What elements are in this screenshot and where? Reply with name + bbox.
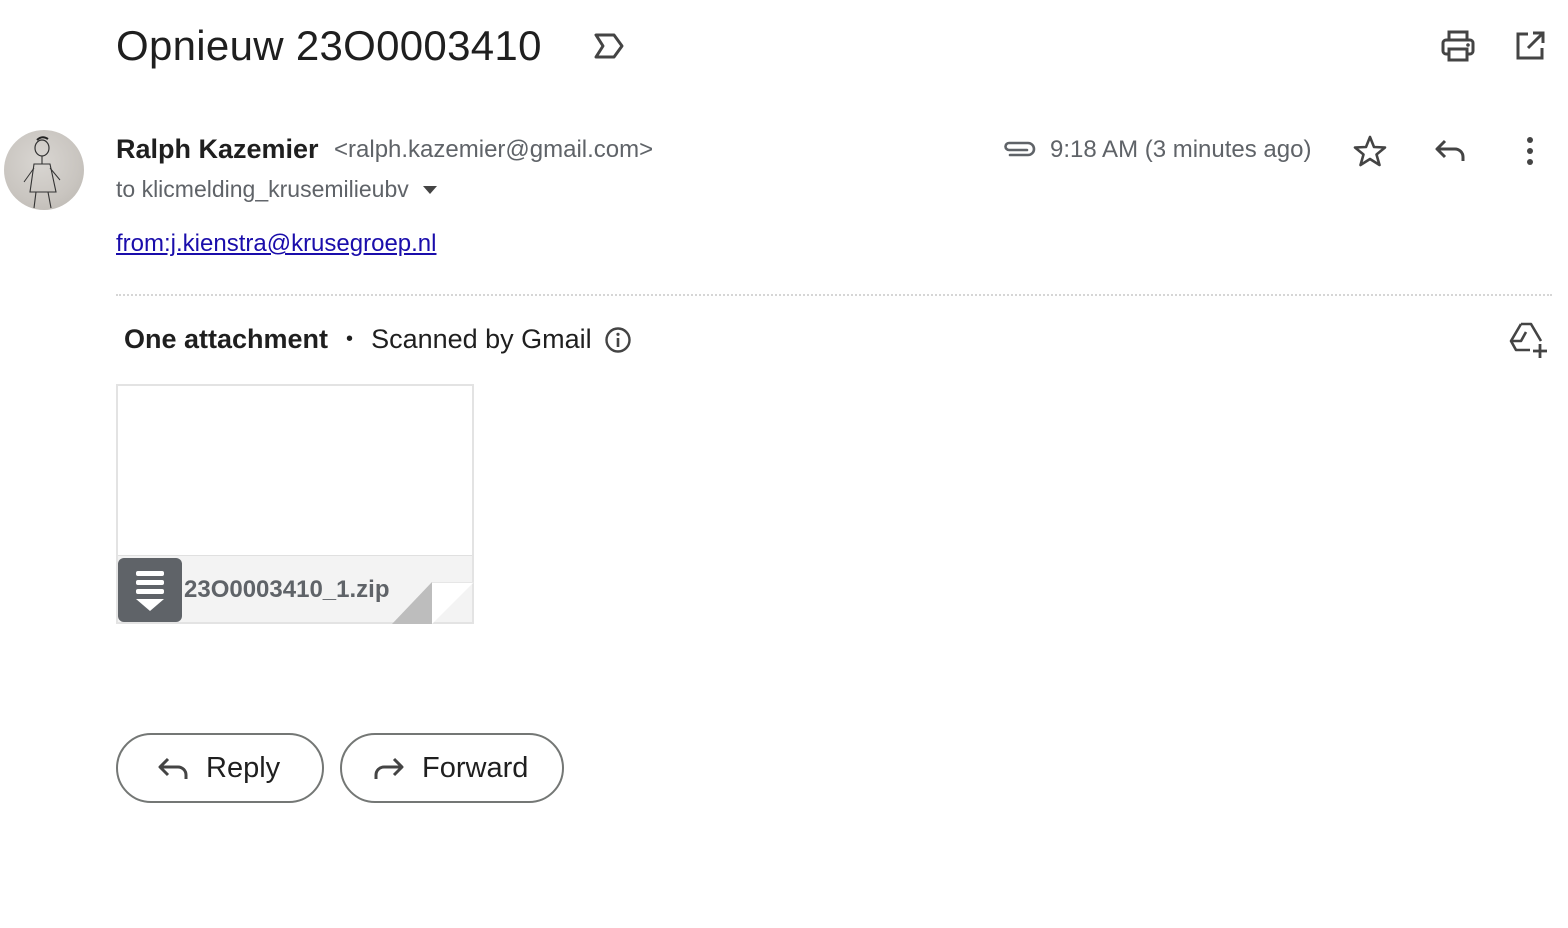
page-fold-corner	[392, 582, 474, 624]
more-vert-icon[interactable]	[1510, 131, 1550, 171]
open-in-new-icon[interactable]	[1510, 26, 1550, 66]
scanned-label: Scanned by Gmail	[371, 324, 592, 354]
forward-label: Forward	[422, 751, 529, 784]
body-link[interactable]: from:j.kienstra@krusegroep.nl	[116, 230, 436, 258]
forward-icon	[374, 757, 404, 779]
reply-icon	[158, 757, 188, 779]
sender-name[interactable]: Ralph Kazemier	[116, 134, 319, 165]
add-to-drive-icon[interactable]	[1508, 320, 1550, 360]
label-outline-icon[interactable]	[592, 30, 626, 62]
divider	[116, 294, 1552, 296]
forward-button[interactable]: Forward	[340, 733, 564, 803]
separator-dot: •	[346, 328, 354, 350]
attachment-file-name: 23O0003410_1.zip	[184, 576, 390, 603]
paperclip-icon	[1000, 136, 1038, 162]
timestamp: 9:18 AM (3 minutes ago)	[1050, 136, 1312, 163]
attachments-header: One attachment • Scanned by Gmail	[124, 324, 632, 355]
avatar[interactable]	[4, 130, 84, 210]
email-subject: Opnieuw 23O0003410	[116, 22, 542, 69]
info-icon[interactable]	[604, 326, 632, 354]
recipients-text: to klicmelding_krusemilieubv	[116, 176, 409, 202]
reply-icon[interactable]	[1430, 131, 1470, 171]
sender-email: <ralph.kazemier@gmail.com>	[334, 136, 654, 163]
print-icon[interactable]	[1438, 26, 1478, 66]
zip-file-icon	[118, 558, 182, 622]
reply-button[interactable]: Reply	[116, 733, 324, 803]
reply-label: Reply	[206, 751, 281, 784]
star-icon[interactable]	[1350, 131, 1390, 171]
recipients-line[interactable]: to klicmelding_krusemilieubv	[116, 176, 437, 203]
chevron-down-icon[interactable]	[422, 185, 437, 194]
attachment-count: One attachment	[124, 324, 329, 354]
attachment-card[interactable]: 23O0003410_1.zip	[116, 384, 474, 624]
